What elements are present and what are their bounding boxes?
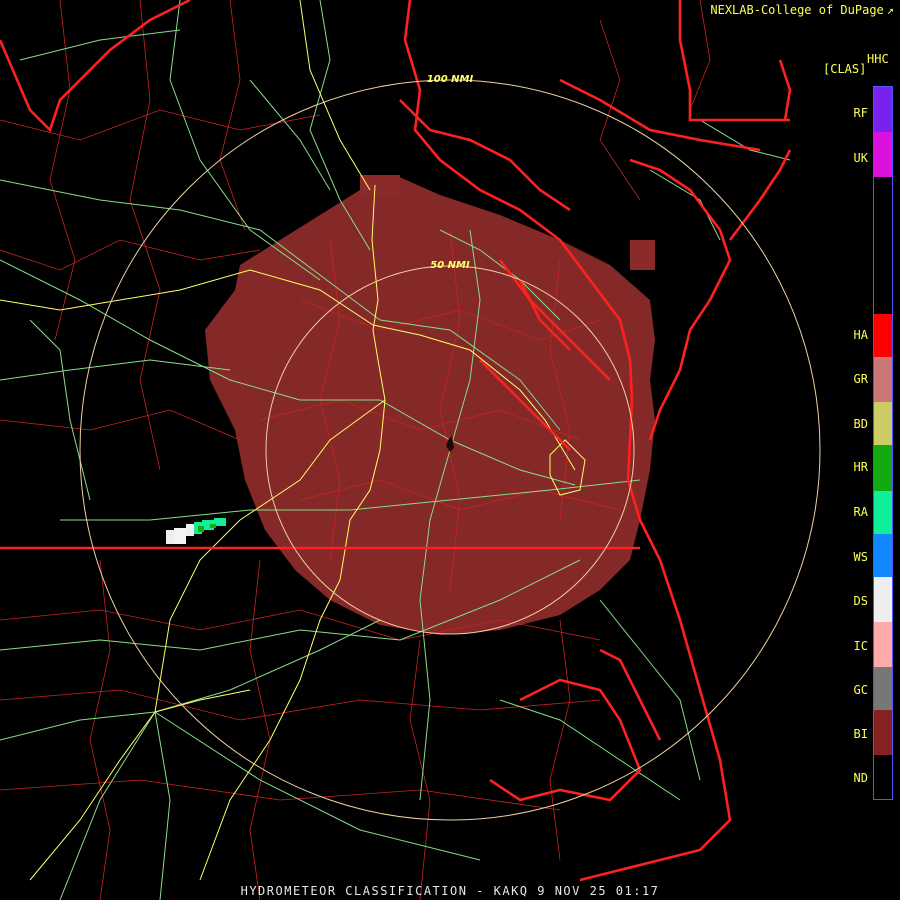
legend-swatch-gr [874,357,892,402]
legend-label-bi: BI [853,727,868,741]
legend-swatch-nd [874,755,892,799]
echo-speckle [630,240,655,270]
legend-swatch-rf [874,87,892,132]
legend-label-ha: HA [853,328,868,342]
legend-swatch-bi [874,710,892,755]
legend-label-ic: IC [853,639,868,653]
color-legend [873,86,893,800]
external-link-icon[interactable]: ↗ [887,3,894,17]
legend-label-ra: RA [853,505,868,519]
credit-text: NEXLAB-College of DuPage ↗ [710,3,894,17]
legend-swatch-gc [874,667,892,710]
ring-label-50: 50 NMI [430,260,470,271]
legend-swatch-ha [874,314,892,357]
legend-label-hr: HR [853,460,868,474]
legend-swatch-ic [874,622,892,667]
legend-product: HHC [867,52,889,66]
legend-label-gc: GC [853,683,868,697]
legend-swatch-hr [874,445,892,491]
echo-speckle [360,175,400,195]
legend-label-gr: GR [853,372,868,386]
legend-label-nd: ND [853,771,868,785]
legend-swatch-uk [874,132,892,177]
legend-swatch-bd [874,402,892,445]
legend-label-rf: RF [853,106,868,120]
legend-label-ds: DS [853,594,868,608]
legend-swatch-ra [874,491,892,534]
radar-map: 50 NMI 100 NMI [0,0,900,900]
legend-label-ws: WS [853,550,868,564]
legend-swatch-ws [874,534,892,577]
ring-label-100: 100 NMI [427,74,474,85]
legend-label-uk: UK [853,151,868,165]
legend-units: [CLAS] [823,62,867,76]
product-title: HYDROMETEOR CLASSIFICATION - KAKQ 9 NOV … [240,884,660,898]
legend-swatch-ds [874,577,892,622]
legend-label-bd: BD [853,417,868,431]
